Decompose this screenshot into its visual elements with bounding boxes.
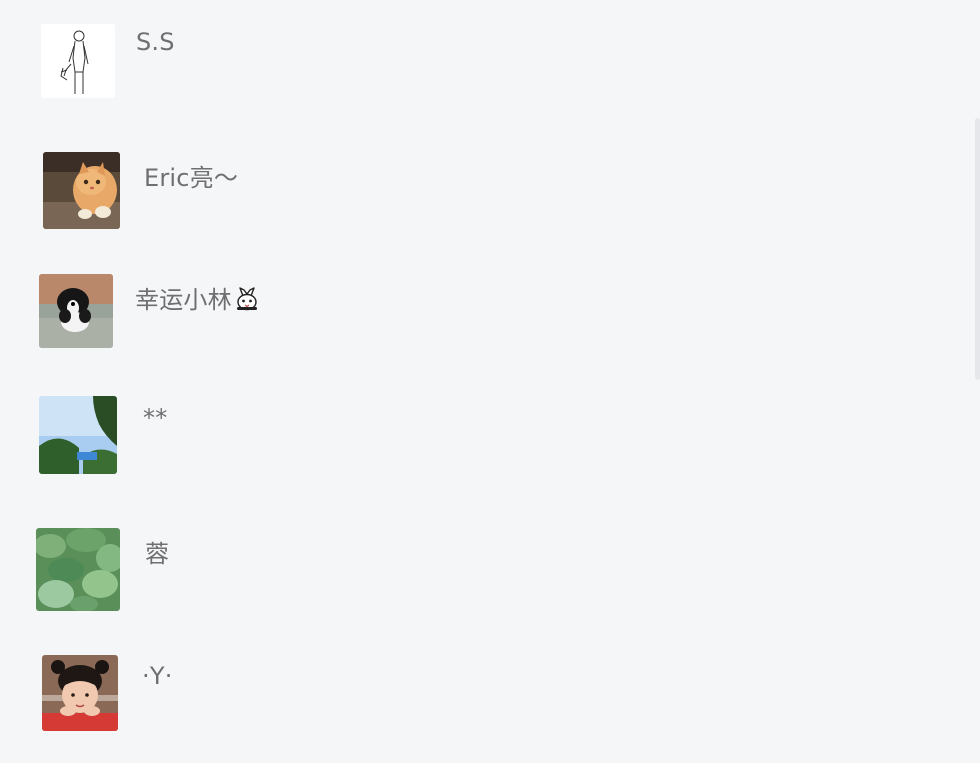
sketch-figure-avatar [41, 24, 115, 98]
contact-name: ·Y· [142, 662, 173, 690]
contact-item[interactable]: S.S [0, 0, 960, 100]
sky-trees-avatar [39, 396, 117, 474]
contact-item[interactable]: 幸运小林 [0, 252, 960, 352]
scrollbar[interactable] [975, 118, 980, 380]
girl-portrait-avatar [42, 655, 118, 731]
contact-name: S.S [136, 28, 175, 56]
contact-name: Eric亮～ [144, 164, 239, 192]
contact-item[interactable]: ** [0, 374, 960, 474]
contact-item[interactable]: Eric亮～ [0, 128, 960, 229]
contact-list: S.S Eric亮～ 幸运小林 ** 蓉 ·Y· [0, 0, 980, 763]
contact-item[interactable]: ·Y· [0, 632, 960, 732]
contact-name: ** [143, 404, 168, 432]
lotus-leaves-avatar [36, 528, 120, 611]
contact-name: 蓉 [145, 540, 170, 568]
rabbit-icon [234, 286, 260, 312]
puppy-avatar [39, 274, 113, 348]
orange-cat-avatar [43, 152, 120, 229]
contact-name-wrap: 幸运小林 [135, 280, 260, 315]
contact-item[interactable]: 蓉 [0, 506, 960, 611]
contact-name: 幸运小林 [135, 286, 232, 314]
